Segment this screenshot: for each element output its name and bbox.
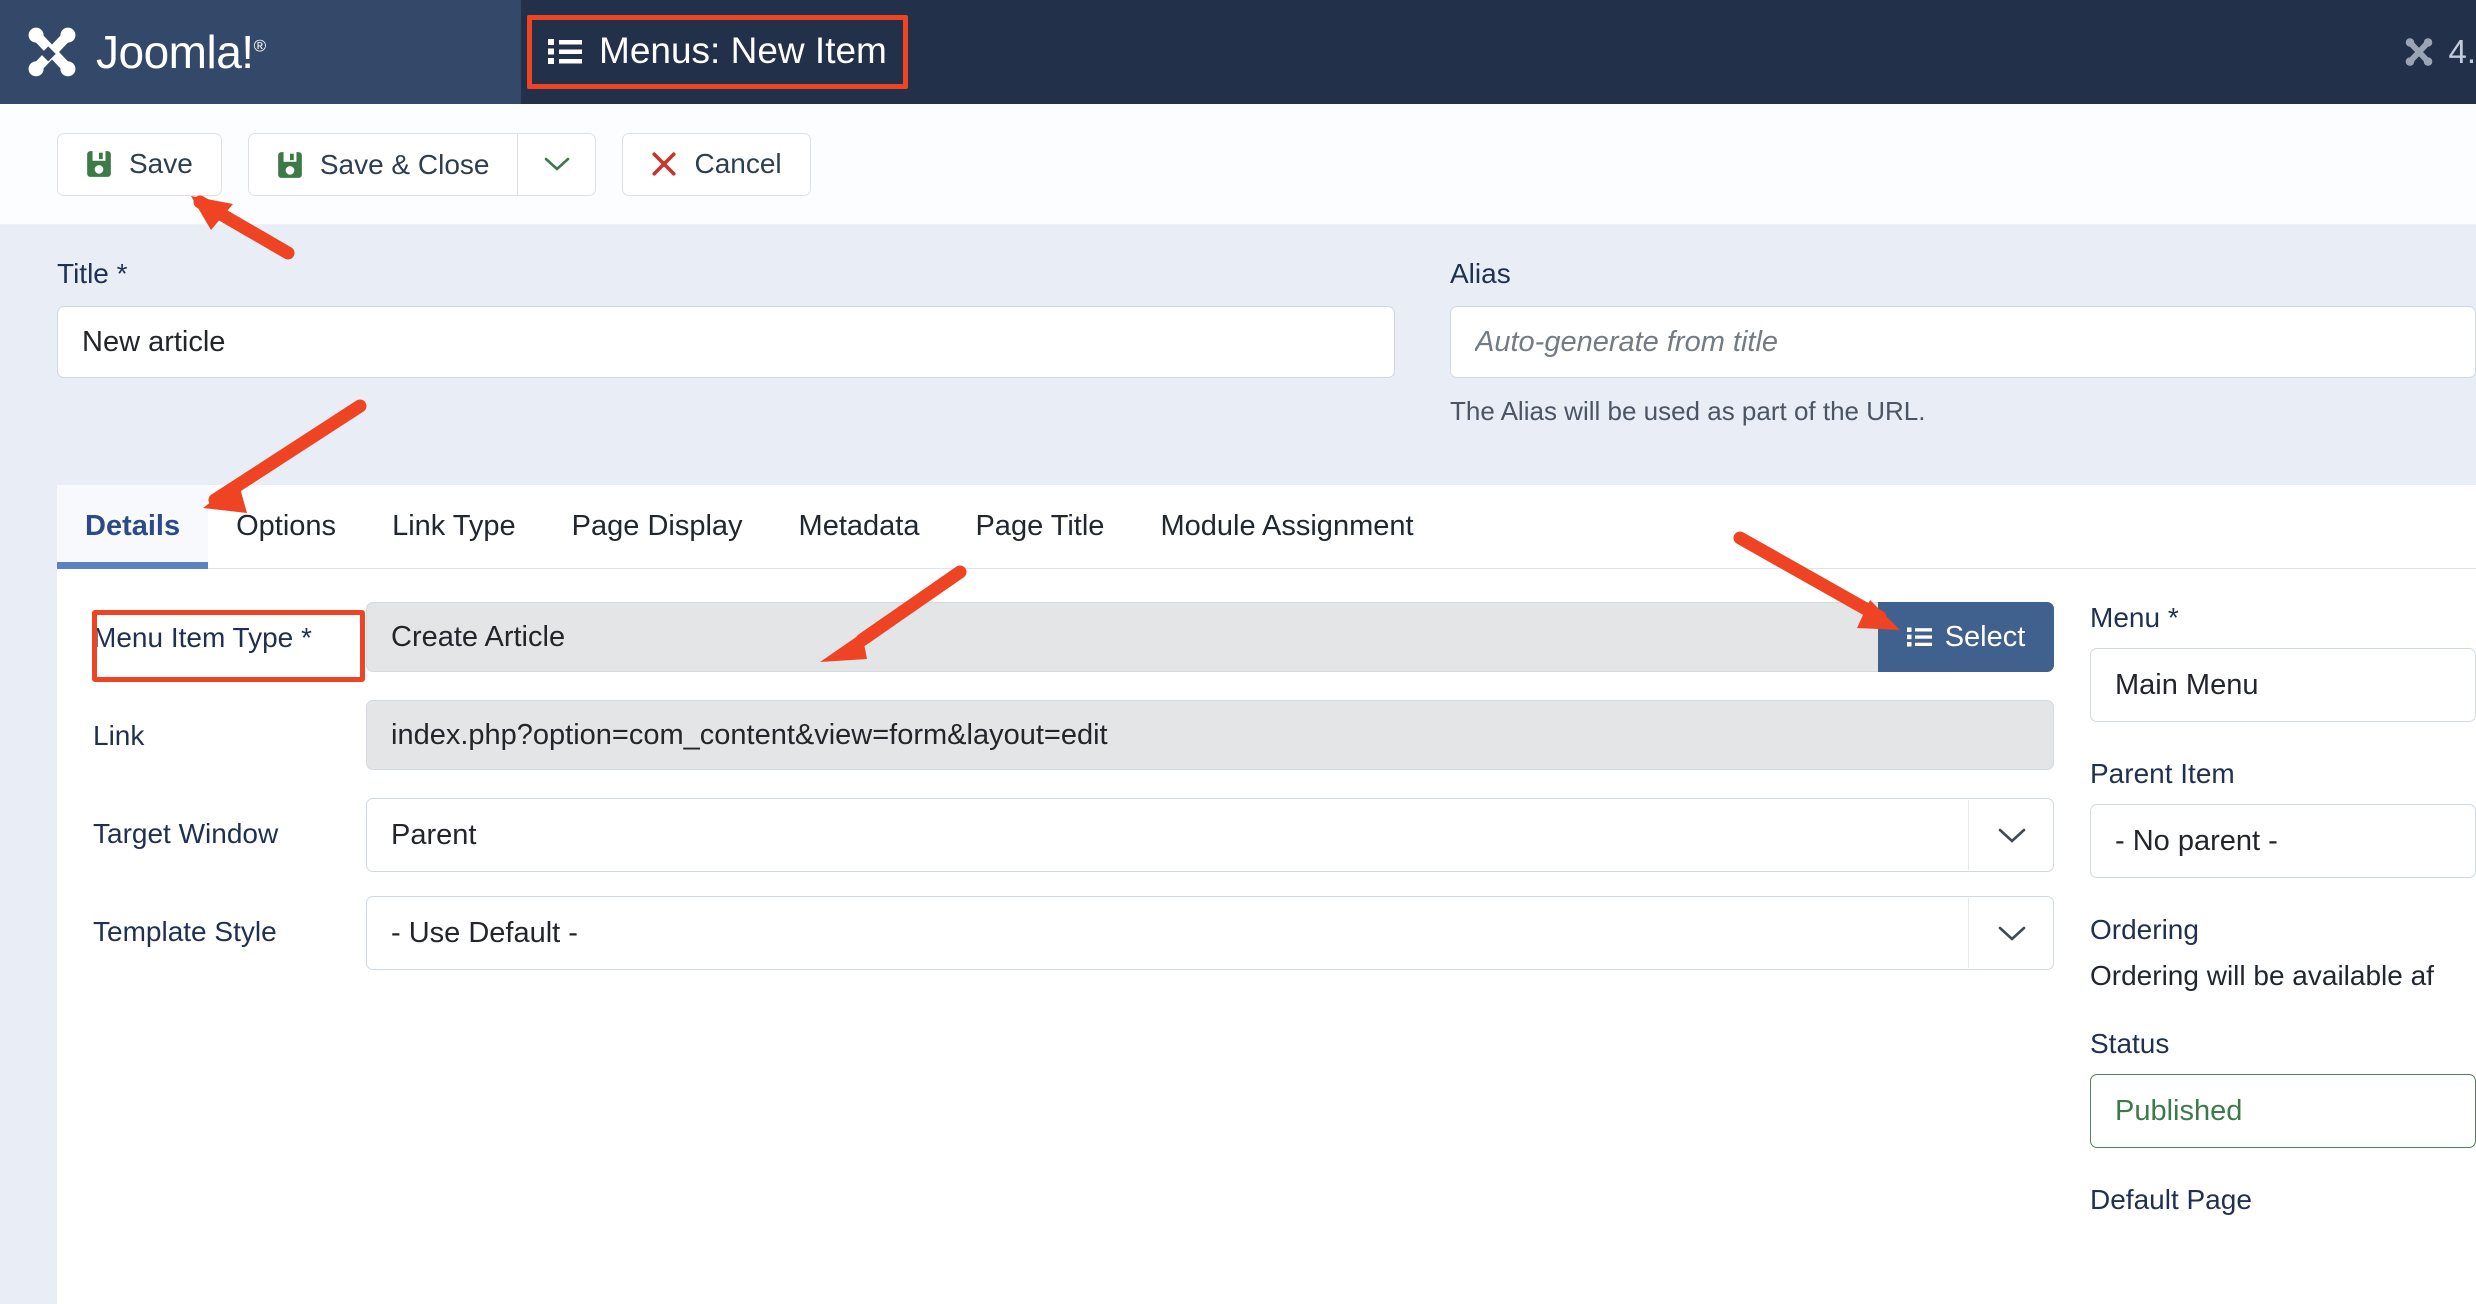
template-style-select[interactable]: - Use Default - [366,896,2054,970]
save-disk-icon [277,152,302,178]
editor-toolbar: Save Save & Close Cancel [0,104,2476,225]
default-page-label: Default Page [2090,1184,2252,1215]
target-window-control: Parent [366,798,2054,872]
default-page-field-group: Default Page [2090,1184,2476,1216]
template-style-row: Template Style - Use Default - [57,896,2054,970]
title-field-group: Title * [57,258,1395,427]
cancel-button-label: Cancel [694,148,782,179]
tab-page-title-label: Page Title [975,510,1105,542]
tab-page-display[interactable]: Page Display [544,485,771,568]
menu-item-type-control: Create Article Select [366,602,2054,672]
menu-value: Main Menu [2115,668,2259,701]
tab-module-assignment[interactable]: Module Assignment [1132,485,1441,568]
chevron-down-icon [1998,828,2026,843]
save-button[interactable]: Save [57,132,222,196]
joomla-brand[interactable]: Joomla!® [0,0,521,104]
target-window-label: Target Window [93,818,279,849]
page-title-zone: Menus: New Item [521,0,2476,104]
tab-module-assignment-label: Module Assignment [1160,510,1414,542]
list-icon [548,38,582,64]
save-disk-icon [87,151,111,177]
save-close-button-group: Save & Close [247,132,597,197]
details-tab-content: Menu Item Type * Create Article Select L… [57,569,2476,1252]
menu-label: Menu * [2090,602,2179,633]
status-label: Status [2090,1028,2170,1059]
tab-bar: Details Options Link Type Page Display M… [57,485,2476,569]
cancel-button[interactable]: Cancel [622,132,811,196]
page-title: Menus: New Item [599,30,887,71]
parent-item-value: - No parent - [2115,824,2278,857]
list-icon [1906,627,1932,647]
alias-help-text: The Alias will be used as part of the UR… [1450,396,1926,426]
menu-field-group: Menu * Main Menu [2090,602,2476,722]
tab-options-label: Options [236,510,337,542]
chevron-down-icon [544,157,570,171]
select-menu-item-type-button[interactable]: Select [1878,602,2054,672]
joomla-logo-icon [28,27,76,77]
brand-name: Joomla!® [96,26,266,78]
alias-input[interactable] [1450,306,2476,378]
close-icon [652,152,677,176]
target-window-value: Parent [391,818,477,851]
ordering-label: Ordering [2090,914,2199,945]
tab-metadata-label: Metadata [798,510,920,542]
menu-item-type-label: Menu Item Type * [93,622,312,653]
save-button-label: Save [129,148,193,179]
status-field-group: Status Published [2090,1028,2476,1148]
title-alias-row: Title * Alias The Alias will be used as … [57,258,2476,427]
tab-options[interactable]: Options [208,485,364,568]
link-label: Link [93,720,145,751]
template-style-label: Template Style [93,916,277,947]
parent-item-field-group: Parent Item - No parent - [2090,758,2476,878]
page-title-highlight-box: Menus: New Item [527,15,908,89]
template-style-control: - Use Default - [366,896,2054,970]
alias-label: Alias [1450,258,1511,289]
topbar-right-cluster: 4. [2402,0,2476,104]
status-select[interactable]: Published [2090,1074,2476,1148]
title-label: Title * [57,258,128,289]
parent-item-label: Parent Item [2090,758,2235,789]
title-input[interactable] [57,306,1395,378]
joomla-version-label: 4. [2448,33,2476,70]
tab-metadata[interactable]: Metadata [771,485,948,568]
link-row: Link index.php?option=com_content&view=f… [57,700,2054,770]
link-control: index.php?option=com_content&view=form&l… [366,700,2054,770]
select-button-label: Select [1944,620,2026,653]
tab-details-label: Details [85,510,181,542]
alias-field-group: Alias The Alias will be used as part of … [1450,258,2476,427]
parent-item-select[interactable]: - No parent - [2090,804,2476,878]
tab-page-display-label: Page Display [571,510,743,542]
menu-item-type-row: Menu Item Type * Create Article Select [57,602,2054,672]
template-style-value: - Use Default - [391,916,578,949]
save-and-close-button-label: Save & Close [319,149,490,180]
ordering-note: Ordering will be available af [2090,960,2434,991]
select-divider [1968,800,1969,870]
joomla-mark-icon [2406,38,2433,66]
menu-select[interactable]: Main Menu [2090,648,2476,722]
chevron-down-icon [1998,926,2026,941]
top-navigation-bar: Joomla!® Menus: New Item 4. [0,0,2476,104]
tab-page-title[interactable]: Page Title [947,485,1132,568]
select-divider [1968,898,1969,968]
target-window-select[interactable]: Parent [366,798,2054,872]
tab-link-type[interactable]: Link Type [364,485,544,568]
save-dropdown-toggle[interactable] [517,133,595,195]
details-panel: Details Options Link Type Page Display M… [57,485,2476,1304]
status-value: Published [2115,1094,2243,1127]
details-main-column: Menu Item Type * Create Article Select L… [57,602,2054,1252]
menu-item-type-value: Create Article [366,602,1878,672]
tab-details[interactable]: Details [57,485,209,569]
tab-link-type-label: Link Type [392,510,516,542]
target-window-row: Target Window Parent [57,798,2054,872]
save-and-close-button[interactable]: Save & Close [249,134,518,197]
ordering-field-group: Ordering Ordering will be available af [2090,914,2476,992]
details-side-column: Menu * Main Menu Parent Item - No parent… [2054,602,2476,1252]
link-value: index.php?option=com_content&view=form&l… [366,700,2054,770]
